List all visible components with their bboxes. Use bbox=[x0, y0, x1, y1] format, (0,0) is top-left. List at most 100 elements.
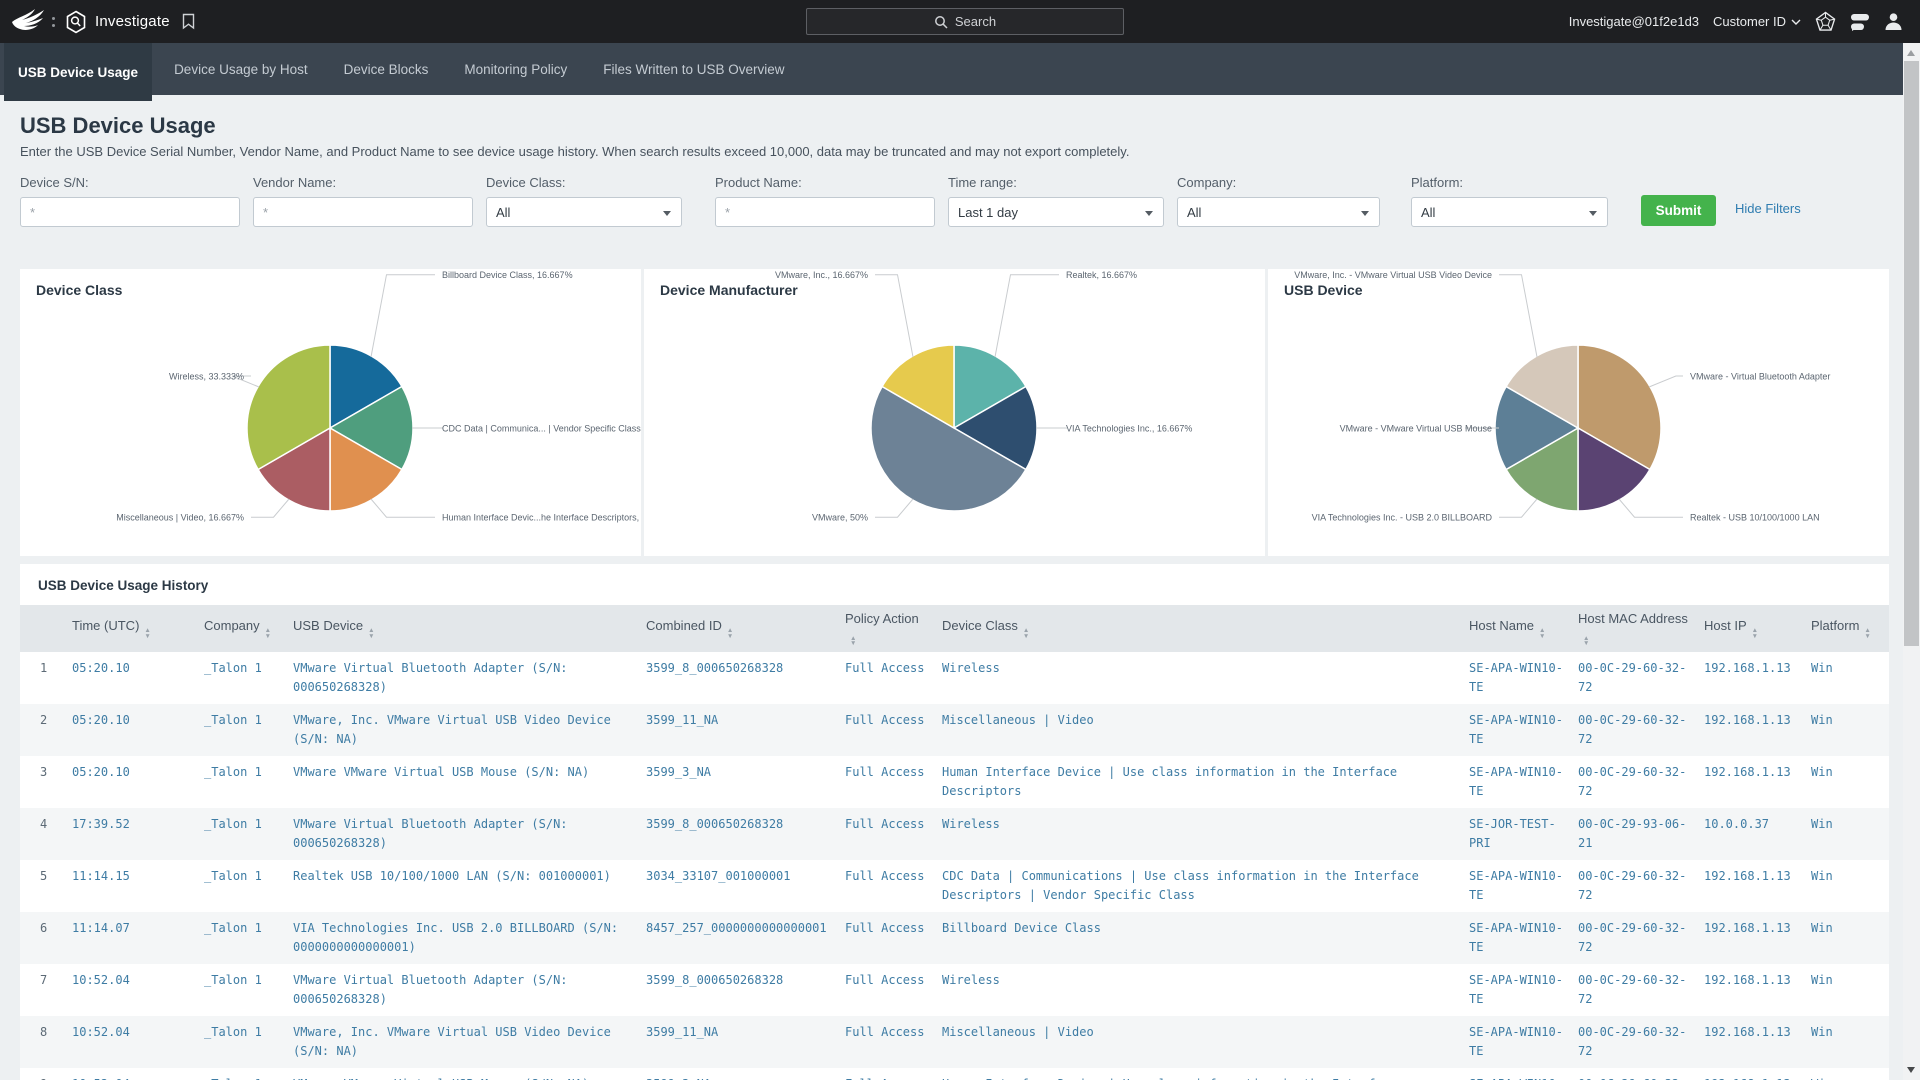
table-cell: Win bbox=[1811, 1025, 1833, 1039]
table-cell: SE-APA-WIN10-TE bbox=[1469, 1025, 1563, 1058]
column-header-host-ip[interactable]: Host IP ▲ ▼ bbox=[1704, 605, 1811, 652]
notifications-chat-icon[interactable] bbox=[1850, 13, 1870, 31]
table-cell: CDC Data | Communications | Use class in… bbox=[942, 869, 1419, 902]
platform-select[interactable]: All bbox=[1411, 197, 1608, 227]
device-class-select[interactable]: All bbox=[486, 197, 682, 227]
table-row[interactable]: 5 11:14.15 _Talon 1 Realtek USB 10/100/1000… bbox=[20, 860, 1889, 912]
company-value: All bbox=[1187, 204, 1202, 220]
pie-label-line bbox=[1499, 498, 1538, 518]
main-content: USB Device Usage Enter the USB Device Se… bbox=[0, 113, 1903, 1080]
table-row[interactable]: 1 05:20.10 _Talon 1 VMware Virtual Bluetoot… bbox=[20, 652, 1889, 704]
row-number: 3 bbox=[40, 765, 48, 779]
table-cell: SE-APA-WIN10-TE bbox=[1469, 661, 1563, 694]
table-cell: Win bbox=[1811, 869, 1833, 883]
table-cell: Full Access bbox=[845, 661, 925, 675]
column-header-company[interactable]: Company ▲ ▼ bbox=[204, 605, 293, 652]
column-header-label: Combined ID bbox=[646, 618, 722, 633]
table-cell: _Talon 1 bbox=[204, 817, 262, 831]
tab-files-written-to-usb-overview[interactable]: Files Written to USB Overview bbox=[589, 43, 798, 95]
crowdstrike-falcon-logo-icon[interactable] bbox=[10, 7, 46, 37]
sort-icon: ▲ ▼ bbox=[264, 627, 272, 640]
tab-monitoring-policy[interactable]: Monitoring Policy bbox=[450, 43, 581, 95]
vendor-name-input[interactable] bbox=[253, 197, 473, 227]
row-number: 5 bbox=[40, 869, 48, 883]
module-title[interactable]: Investigate bbox=[95, 13, 170, 30]
account-label: Investigate@01f2e1d3 bbox=[1568, 14, 1700, 29]
table-cell: Miscellaneous | Video bbox=[942, 1025, 1094, 1039]
table-row[interactable]: 910:52.04_Talon 1VMware VMware Virtual U… bbox=[20, 1068, 1889, 1080]
company-select[interactable]: All bbox=[1177, 197, 1380, 227]
column-header-host-name[interactable]: Host Name ▲ ▼ bbox=[1469, 605, 1578, 652]
time-range-select[interactable]: Last 1 day bbox=[948, 197, 1164, 227]
table-cell: Full Access bbox=[845, 1025, 925, 1039]
scroll-up-arrow-icon[interactable] bbox=[1907, 50, 1915, 56]
top-bar-left: Investigate bbox=[0, 7, 195, 37]
table-cell: 05:20.10 bbox=[72, 713, 130, 727]
tab-device-blocks[interactable]: Device Blocks bbox=[330, 43, 443, 95]
column-header-usb-device[interactable]: USB Device ▲ ▼ bbox=[293, 605, 646, 652]
search-input[interactable]: Search bbox=[806, 8, 1124, 35]
app-menu-dots-icon[interactable] bbox=[52, 16, 55, 27]
usage-history-table: Time (UTC) ▲ ▼ Company ▲ ▼ USB Device ▲ ▼ Combine… bbox=[20, 605, 1889, 1080]
product-name-input[interactable] bbox=[715, 197, 935, 227]
scrollbar-thumb[interactable] bbox=[1904, 61, 1919, 646]
column-header-label: Host IP bbox=[1704, 618, 1747, 633]
table-cell: 00-0C-29-60-32-72 bbox=[1578, 713, 1687, 746]
table-row[interactable]: 4 17:39.52 _Talon 1 VMware Virtual Bluetoot… bbox=[20, 808, 1889, 860]
column-header-index bbox=[20, 605, 72, 652]
tab-usb-device-usage[interactable]: USB Device Usage bbox=[4, 43, 153, 101]
pie-slice-label: VIA Technologies Inc., 16.667% bbox=[1066, 424, 1192, 434]
table-cell: 8457_257_0000000000000001 bbox=[646, 921, 827, 935]
table-cell: 00-0C-29-60-32-72 bbox=[1578, 973, 1687, 1006]
column-header-label: Company bbox=[204, 618, 260, 633]
pie-slice-label: VMware, 50% bbox=[812, 513, 868, 523]
customer-id-dropdown[interactable]: Customer ID bbox=[1713, 14, 1801, 29]
usage-history-panel: USB Device Usage History Time (UTC) ▲ ▼ Com… bbox=[20, 564, 1889, 1080]
sort-icon: ▲ ▼ bbox=[1022, 627, 1030, 640]
usb-device-chart-panel: USB Device VMware - Virtual Bluetooth Ad… bbox=[1268, 269, 1889, 556]
column-header-device-class[interactable]: Device Class ▲ ▼ bbox=[942, 605, 1469, 652]
company-label: Company: bbox=[1177, 175, 1237, 190]
device-sn-input[interactable] bbox=[20, 197, 240, 227]
sort-icon: ▲ ▼ bbox=[1864, 627, 1871, 640]
investigate-module-icon[interactable] bbox=[65, 10, 87, 34]
table-row[interactable]: 3 05:20.10 _Talon 1 VMware VMware Virtual U… bbox=[20, 756, 1889, 808]
column-header-platform[interactable]: Platform ▲ ▼ bbox=[1811, 605, 1889, 652]
pie-slice-label: Wireless, 33.333% bbox=[169, 372, 244, 382]
table-cell: Human Interface Device | Use class infor… bbox=[942, 1068, 1469, 1080]
table-row[interactable]: 2 05:20.10 _Talon 1 VMware, Inc. VMware Vir… bbox=[20, 704, 1889, 756]
table-cell: 00-0C-29-60-32-72 bbox=[1578, 661, 1687, 694]
top-bar-right: Investigate@01f2e1d3 Customer ID bbox=[1569, 0, 1903, 43]
usb-device-pie-chart: VMware - Virtual Bluetooth Adapter Realte… bbox=[1294, 270, 1830, 523]
table-cell: 3599_8_000650268328 bbox=[646, 817, 784, 831]
hide-filters-link[interactable]: Hide Filters bbox=[1735, 201, 1801, 216]
scroll-down-arrow-icon[interactable] bbox=[1907, 1067, 1915, 1073]
time-range-value: Last 1 day bbox=[958, 204, 1018, 220]
row-number: 1 bbox=[40, 661, 48, 675]
table-title: USB Device Usage History bbox=[38, 578, 209, 593]
sort-icon: ▲ ▼ bbox=[726, 627, 734, 640]
table-cell: VMware VMware Virtual USB Mouse (S/N: NA… bbox=[293, 765, 590, 779]
falcon-store-icon[interactable] bbox=[1815, 11, 1836, 32]
column-header-host-mac-address[interactable]: Host MAC Address ▲ ▼ bbox=[1578, 605, 1704, 652]
bookmark-icon[interactable] bbox=[182, 13, 195, 30]
column-header-policy-action[interactable]: Policy Action ▲ ▼ bbox=[845, 605, 942, 652]
table-cell: 3034_33107_001000001 bbox=[646, 869, 791, 883]
table-cell: Full Access bbox=[845, 713, 925, 727]
table-row[interactable]: 6 11:14.07 _Talon 1 VIA Technologies Inc. U… bbox=[20, 912, 1889, 964]
table-cell: 192.168.1.13 bbox=[1704, 713, 1791, 727]
table-row[interactable]: 8 10:52.04 _Talon 1 VMware, Inc. VMware Vir… bbox=[20, 1016, 1889, 1068]
table-row[interactable]: 7 10:52.04 _Talon 1 VMware Virtual Bluetoot… bbox=[20, 964, 1889, 1016]
table-cell: _Talon 1 bbox=[204, 1068, 293, 1080]
table-cell: Win bbox=[1811, 713, 1833, 727]
submit-button[interactable]: Submit bbox=[1641, 195, 1716, 226]
tab-device-usage-by-host[interactable]: Device Usage by Host bbox=[160, 43, 322, 95]
table-cell: VMware VMware Virtual USB Mouse (S/N: NA… bbox=[293, 1068, 646, 1080]
table-cell: 10.0.0.37 bbox=[1704, 817, 1770, 831]
vertical-scrollbar[interactable] bbox=[1903, 43, 1920, 1080]
column-header-combined-id[interactable]: Combined ID ▲ ▼ bbox=[646, 605, 845, 652]
pie-label-line bbox=[251, 498, 290, 518]
sort-icon: ▲ ▼ bbox=[1751, 627, 1759, 640]
user-profile-icon[interactable] bbox=[1884, 12, 1903, 31]
column-header-time-utc-[interactable]: Time (UTC) ▲ ▼ bbox=[72, 605, 204, 652]
